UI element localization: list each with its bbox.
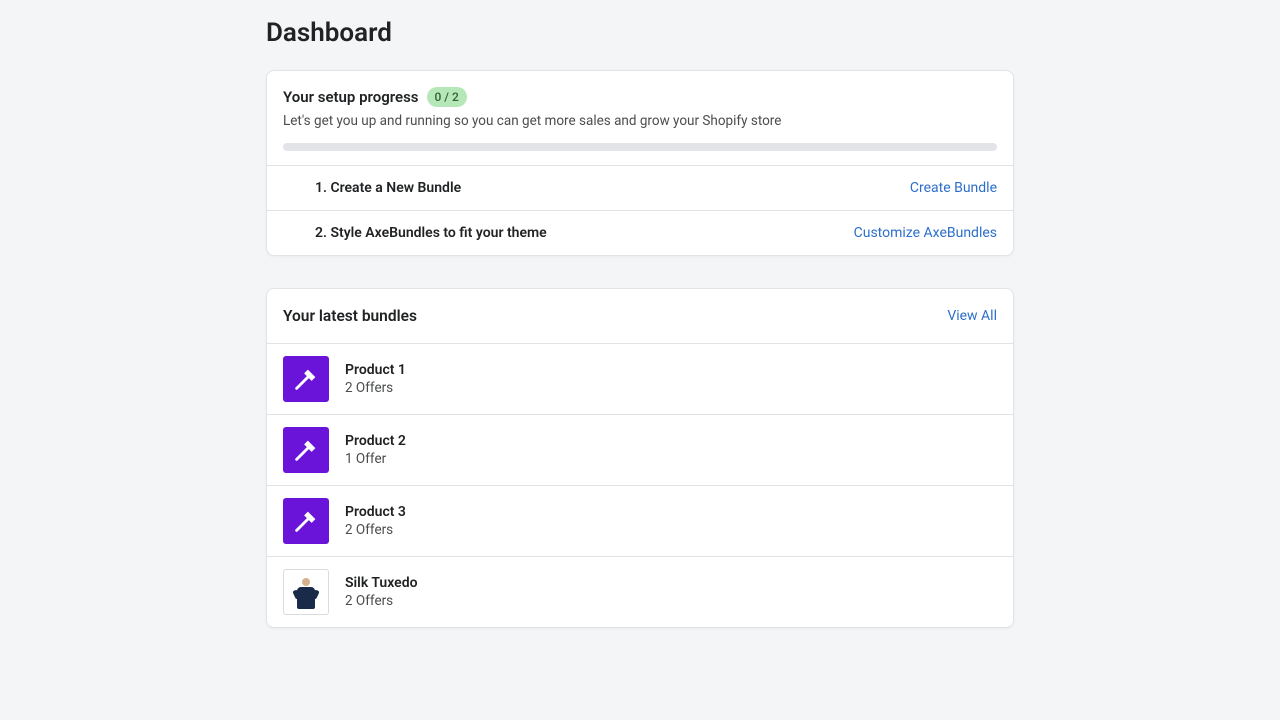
setup-subtitle: Let's get you up and running so you can … [283, 113, 997, 129]
bundle-offers: 2 Offers [345, 593, 418, 609]
bundle-name: Product 2 [345, 433, 406, 449]
setup-progress-card: Your setup progress 0 / 2 Let's get you … [266, 70, 1014, 256]
progress-bar [283, 143, 997, 151]
bundle-row[interactable]: Product 3 2 Offers [267, 485, 1013, 556]
bundle-row[interactable]: Silk Tuxedo 2 Offers [267, 556, 1013, 627]
product-photo-thumbnail [283, 569, 329, 615]
setup-progress-badge: 0 / 2 [427, 87, 467, 107]
axe-icon [283, 498, 329, 544]
page-title: Dashboard [266, 18, 1014, 48]
bundle-name: Silk Tuxedo [345, 575, 418, 591]
axe-icon [283, 427, 329, 473]
setup-step: 2. Style AxeBundles to fit your theme Cu… [267, 210, 1013, 255]
view-all-link[interactable]: View All [947, 308, 997, 324]
bundle-row[interactable]: Product 2 1 Offer [267, 414, 1013, 485]
create-bundle-link[interactable]: Create Bundle [910, 180, 997, 196]
latest-bundles-title: Your latest bundles [283, 307, 417, 325]
customize-axebundles-link[interactable]: Customize AxeBundles [854, 225, 997, 241]
setup-step: 1. Create a New Bundle Create Bundle [267, 165, 1013, 210]
bundle-row[interactable]: Product 1 2 Offers [267, 343, 1013, 414]
latest-bundles-card: Your latest bundles View All Product 1 2… [266, 288, 1014, 628]
bundle-offers: 2 Offers [345, 522, 406, 538]
bundle-offers: 1 Offer [345, 451, 406, 467]
setup-step-label: 1. Create a New Bundle [315, 180, 461, 196]
bundle-name: Product 3 [345, 504, 406, 520]
axe-icon [283, 356, 329, 402]
bundle-name: Product 1 [345, 362, 406, 378]
setup-step-label: 2. Style AxeBundles to fit your theme [315, 225, 547, 241]
setup-title: Your setup progress [283, 88, 419, 106]
bundle-offers: 2 Offers [345, 380, 406, 396]
